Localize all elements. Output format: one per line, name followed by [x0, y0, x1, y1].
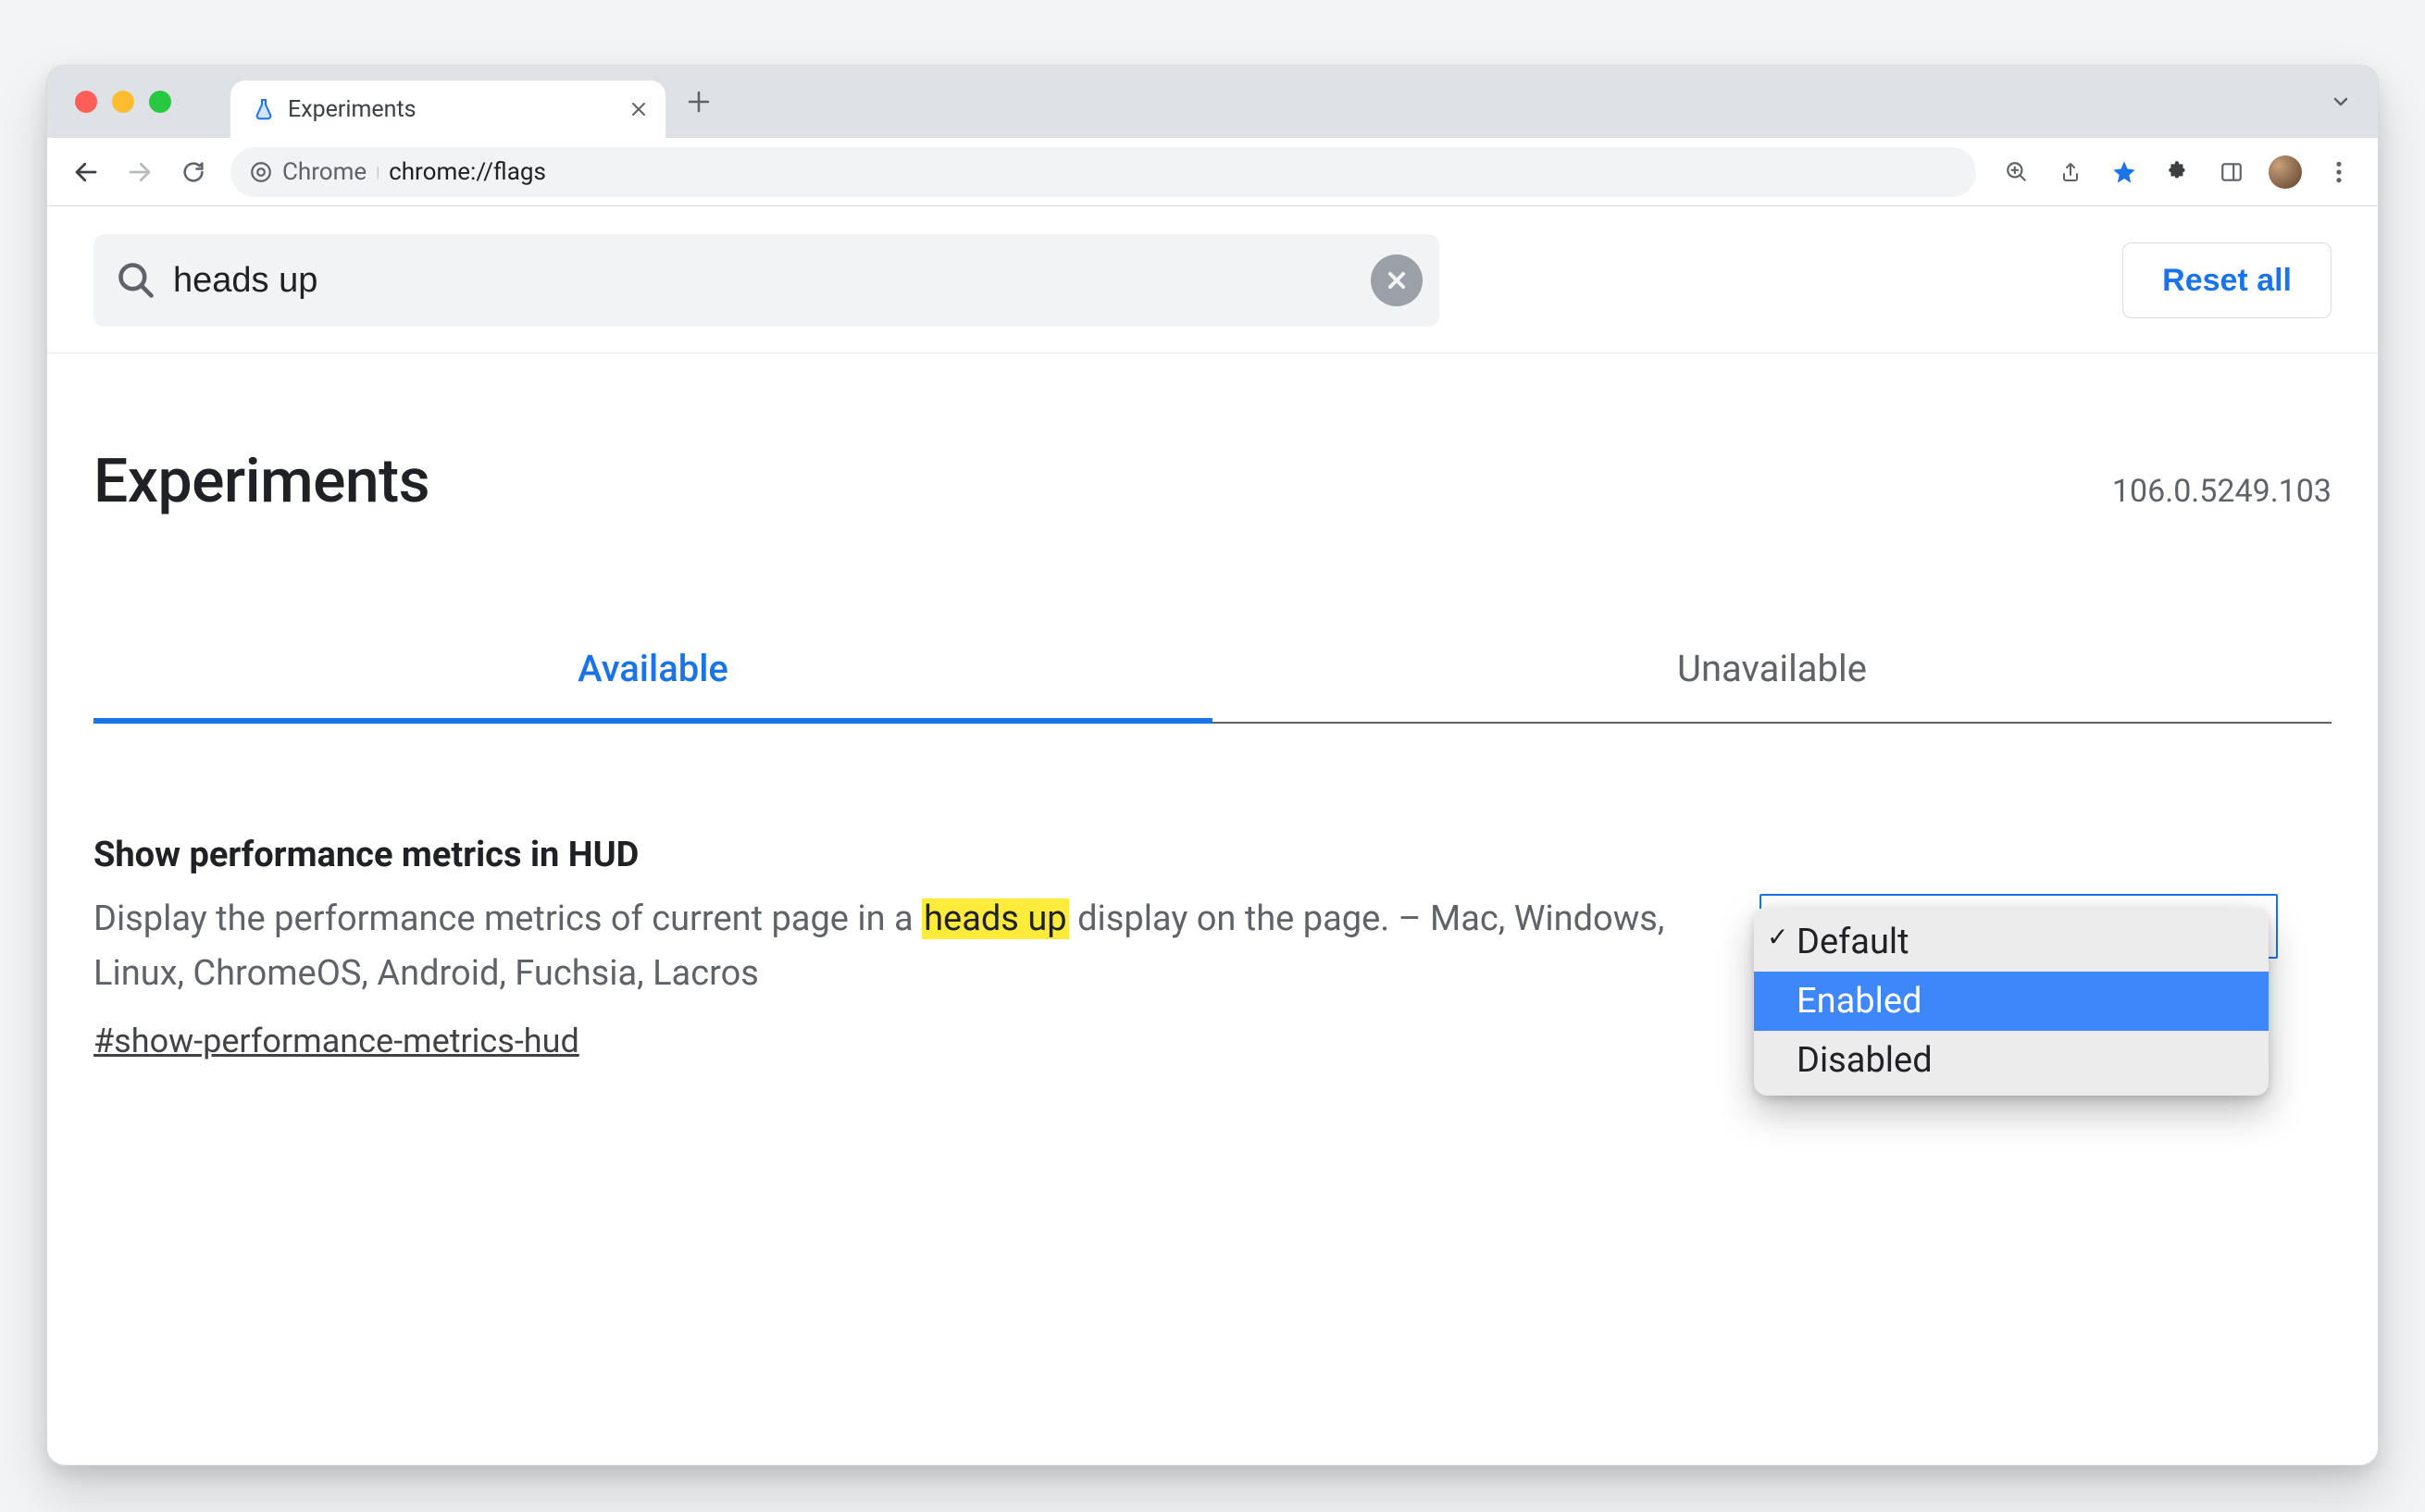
reload-button[interactable]: [169, 148, 218, 196]
flag-row: Show performance metrics in HUD Display …: [93, 724, 2332, 1060]
tab-unavailable[interactable]: Unavailable: [1212, 647, 2332, 724]
bookmark-star-icon[interactable]: [2100, 148, 2148, 196]
omnibox-scheme: Chrome: [282, 158, 367, 186]
address-bar[interactable]: Chrome | chrome://flags: [230, 147, 1976, 197]
reset-all-button[interactable]: Reset all: [2122, 242, 2332, 318]
new-tab-button[interactable]: [675, 78, 723, 126]
toolbar-actions: [1993, 148, 2363, 196]
omnibox-url: chrome://flags: [389, 158, 546, 186]
tab-overflow-button[interactable]: [2330, 91, 2352, 113]
browser-tab[interactable]: Experiments: [230, 81, 665, 138]
search-box[interactable]: [93, 234, 1439, 327]
flag-anchor-link[interactable]: #show-performance-metrics-hud: [93, 1022, 579, 1060]
omnibox-separator: |: [376, 163, 379, 180]
search-highlight: heads up: [922, 899, 1069, 939]
search-input[interactable]: [173, 261, 1354, 301]
tab-available[interactable]: Available: [93, 647, 1212, 724]
window-controls: [47, 91, 193, 113]
page-header: Experiments 106.0.5249.103: [93, 353, 2332, 517]
side-panel-icon[interactable]: [2207, 148, 2256, 196]
close-tab-icon[interactable]: [630, 101, 647, 118]
toolbar: Chrome | chrome://flags: [47, 138, 2378, 206]
menu-icon[interactable]: [2315, 148, 2363, 196]
select-dropdown: Default Enabled Disabled: [1754, 907, 2269, 1096]
flag-select[interactable]: Default Enabled Disabled: [1760, 835, 2278, 1060]
flag-desc-pre: Display the performance metrics of curre…: [93, 899, 922, 939]
forward-button[interactable]: [116, 148, 164, 196]
option-default[interactable]: Default: [1754, 912, 2269, 972]
extensions-icon[interactable]: [2154, 148, 2202, 196]
back-button[interactable]: [62, 148, 110, 196]
tab-strip: Experiments: [47, 66, 2378, 138]
page-title: Experiments: [93, 446, 429, 517]
profile-avatar[interactable]: [2261, 148, 2309, 196]
close-window-button[interactable]: [75, 91, 97, 113]
version-label: 106.0.5249.103: [2112, 473, 2332, 517]
option-enabled[interactable]: Enabled: [1754, 972, 2269, 1031]
browser-window: Experiments Chrome | chrome://f: [46, 65, 2379, 1466]
chrome-icon: [249, 160, 273, 184]
tabs: Available Unavailable: [93, 647, 2332, 724]
maximize-window-button[interactable]: [149, 91, 171, 113]
zoom-icon[interactable]: [1993, 148, 2041, 196]
flag-description: Display the performance metrics of curre…: [93, 892, 1704, 1001]
clear-search-icon[interactable]: [1371, 254, 1423, 306]
flag-title: Show performance metrics in HUD: [93, 835, 1704, 875]
search-icon: [116, 260, 156, 301]
flask-icon: [253, 98, 275, 120]
page-content: Reset all Experiments 106.0.5249.103 Ava…: [47, 206, 2378, 1465]
tab-title: Experiments: [288, 96, 617, 123]
share-icon[interactable]: [2046, 148, 2095, 196]
option-disabled[interactable]: Disabled: [1754, 1031, 2269, 1090]
flags-top-bar: Reset all: [47, 206, 2378, 353]
minimize-window-button[interactable]: [112, 91, 134, 113]
